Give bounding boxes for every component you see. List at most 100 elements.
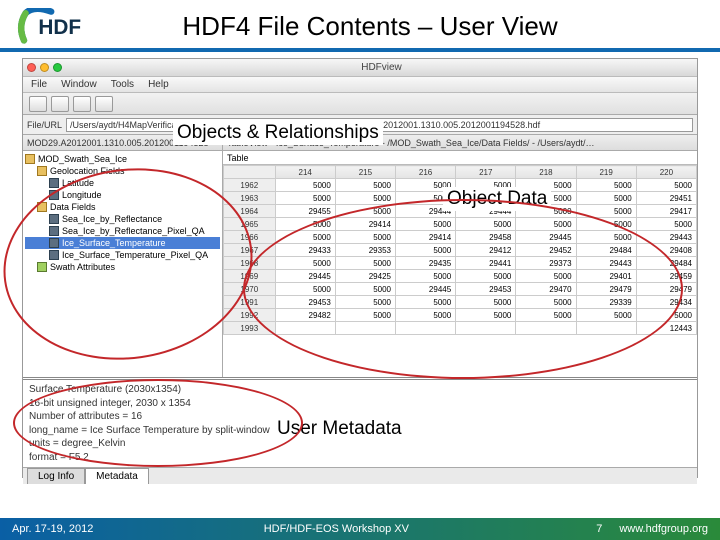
data-cell[interactable]: 5000 <box>516 270 576 283</box>
data-cell[interactable]: 5000 <box>516 309 576 322</box>
col-header[interactable]: 220 <box>636 166 696 179</box>
data-cell[interactable]: 5000 <box>275 192 335 205</box>
menu-tools[interactable]: Tools <box>111 79 134 90</box>
data-cell[interactable]: 5000 <box>275 231 335 244</box>
data-cell[interactable]: 5000 <box>395 244 455 257</box>
data-cell[interactable]: 29482 <box>275 309 335 322</box>
minimize-icon[interactable] <box>40 63 49 72</box>
zoom-icon[interactable] <box>53 63 62 72</box>
data-cell[interactable]: 29484 <box>576 244 636 257</box>
table-row[interactable]: 196550002941450005000500050005000 <box>224 218 697 231</box>
data-cell[interactable]: 5000 <box>576 218 636 231</box>
data-cell[interactable]: 29445 <box>275 270 335 283</box>
row-header[interactable]: 1993 <box>224 322 276 335</box>
data-cell[interactable]: 5000 <box>576 309 636 322</box>
row-header[interactable]: 1992 <box>224 309 276 322</box>
data-cell[interactable]: 29443 <box>636 231 696 244</box>
data-cell[interactable]: 5000 <box>456 296 516 309</box>
data-cell[interactable]: 5000 <box>335 309 395 322</box>
menu-window[interactable]: Window <box>61 79 97 90</box>
data-cell[interactable]: 29455 <box>275 205 335 218</box>
data-cell[interactable]: 29434 <box>636 296 696 309</box>
data-cell[interactable]: 5000 <box>636 179 696 192</box>
data-cell[interactable]: 29353 <box>335 244 395 257</box>
new-file-button[interactable] <box>51 96 69 112</box>
data-cell[interactable]: 29417 <box>636 205 696 218</box>
data-cell[interactable]: 5000 <box>335 296 395 309</box>
save-button[interactable] <box>73 96 91 112</box>
row-header[interactable]: 1969 <box>224 270 276 283</box>
data-cell[interactable]: 29425 <box>335 270 395 283</box>
table-row[interactable]: 199229482500050005000500050005000 <box>224 309 697 322</box>
data-cell[interactable]: 29435 <box>395 257 455 270</box>
col-header[interactable]: 214 <box>275 166 335 179</box>
table-row[interactable]: 196650005000294142945829445500029443 <box>224 231 697 244</box>
data-cell[interactable]: 5000 <box>395 309 455 322</box>
open-file-button[interactable] <box>29 96 47 112</box>
menu-help[interactable]: Help <box>148 79 169 90</box>
data-cell[interactable]: 29373 <box>516 257 576 270</box>
data-cell[interactable]: 12443 <box>636 322 696 335</box>
data-cell[interactable]: 5000 <box>275 218 335 231</box>
data-cell[interactable]: 29451 <box>636 192 696 205</box>
data-cell[interactable] <box>275 322 335 335</box>
data-cell[interactable] <box>395 322 455 335</box>
row-header[interactable]: 1962 <box>224 179 276 192</box>
data-cell[interactable]: 5000 <box>395 296 455 309</box>
data-cell[interactable]: 29414 <box>395 231 455 244</box>
row-header[interactable]: 1965 <box>224 218 276 231</box>
row-header[interactable]: 1968 <box>224 257 276 270</box>
data-cell[interactable]: 5000 <box>395 218 455 231</box>
data-cell[interactable]: 29459 <box>636 270 696 283</box>
data-cell[interactable] <box>456 322 516 335</box>
data-cell[interactable]: 29479 <box>636 283 696 296</box>
data-cell[interactable]: 29453 <box>456 283 516 296</box>
data-cell[interactable]: 29484 <box>636 257 696 270</box>
data-cell[interactable]: 29401 <box>576 270 636 283</box>
data-cell[interactable]: 5000 <box>335 192 395 205</box>
data-cell[interactable]: 29443 <box>576 257 636 270</box>
data-cell[interactable]: 5000 <box>335 179 395 192</box>
data-cell[interactable] <box>335 322 395 335</box>
data-cell[interactable]: 5000 <box>335 231 395 244</box>
data-cell[interactable]: 29414 <box>335 218 395 231</box>
col-header[interactable]: 219 <box>576 166 636 179</box>
data-cell[interactable]: 5000 <box>636 309 696 322</box>
window-controls[interactable] <box>27 63 62 72</box>
data-cell[interactable]: 29412 <box>456 244 516 257</box>
data-cell[interactable]: 29339 <box>576 296 636 309</box>
data-cell[interactable]: 29445 <box>395 283 455 296</box>
table-row[interactable]: 196929445294255000500050002940129459 <box>224 270 697 283</box>
table-menu-table[interactable]: Table <box>227 153 249 163</box>
data-cell[interactable]: 5000 <box>456 270 516 283</box>
row-header[interactable]: 1970 <box>224 283 276 296</box>
data-cell[interactable]: 5000 <box>456 309 516 322</box>
data-cell[interactable]: 29452 <box>516 244 576 257</box>
object-tree[interactable]: MOD_Swath_Sea_Ice Geolocation Fields Lat… <box>23 151 222 275</box>
help-button[interactable] <box>95 96 113 112</box>
data-cell[interactable] <box>516 322 576 335</box>
row-header[interactable]: 1966 <box>224 231 276 244</box>
table-row[interactable]: 19912945350005000500050002933929434 <box>224 296 697 309</box>
data-cell[interactable]: 29441 <box>456 257 516 270</box>
data-cell[interactable]: 5000 <box>636 218 696 231</box>
data-cell[interactable]: 5000 <box>275 179 335 192</box>
row-header[interactable]: 1964 <box>224 205 276 218</box>
tab-metadata[interactable]: Metadata <box>85 468 149 484</box>
data-cell[interactable]: 5000 <box>516 296 576 309</box>
menu-file[interactable]: File <box>31 79 47 90</box>
tab-log-info[interactable]: Log Info <box>27 468 85 484</box>
data-cell[interactable]: 5000 <box>395 270 455 283</box>
data-cell[interactable]: 5000 <box>456 218 516 231</box>
col-header[interactable]: 217 <box>456 166 516 179</box>
data-cell[interactable]: 29453 <box>275 296 335 309</box>
data-cell[interactable]: 29479 <box>576 283 636 296</box>
data-cell[interactable]: 29470 <box>516 283 576 296</box>
row-header[interactable]: 1967 <box>224 244 276 257</box>
data-cell[interactable] <box>576 322 636 335</box>
data-cell[interactable]: 5000 <box>576 192 636 205</box>
data-cell[interactable]: 5000 <box>335 283 395 296</box>
data-cell[interactable]: 5000 <box>576 205 636 218</box>
row-header[interactable]: 1963 <box>224 192 276 205</box>
data-cell[interactable]: 5000 <box>275 257 335 270</box>
